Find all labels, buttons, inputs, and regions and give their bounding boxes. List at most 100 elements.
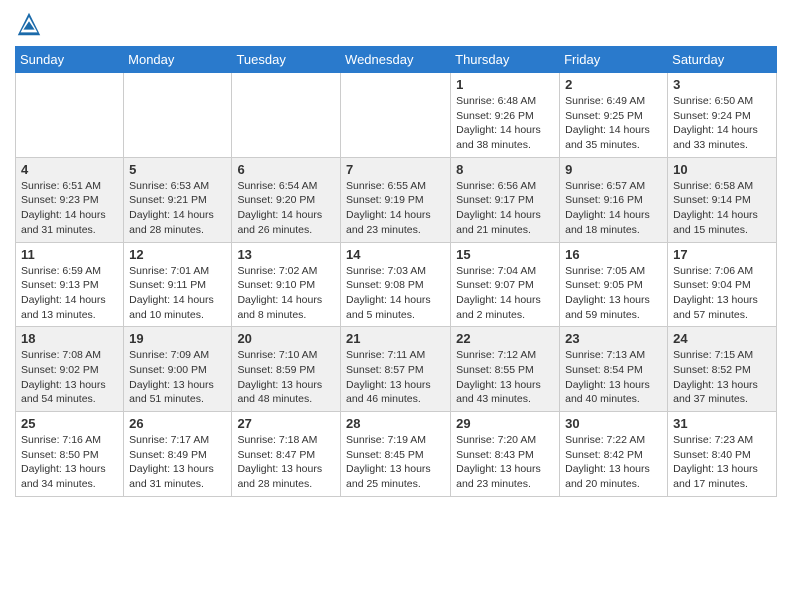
calendar-cell: 26 Sunrise: 7:17 AM Sunset: 8:49 PM Dayli… xyxy=(124,412,232,497)
calendar-cell: 6 Sunrise: 6:54 AM Sunset: 9:20 PM Daylig… xyxy=(232,157,341,242)
calendar-cell: 30 Sunrise: 7:22 AM Sunset: 8:42 PM Dayli… xyxy=(560,412,668,497)
day-number: 25 xyxy=(21,416,118,431)
calendar-cell: 29Sunrise: 7:20 AM Sunset: 8:43 PM Dayli… xyxy=(451,412,560,497)
day-number: 26 xyxy=(129,416,226,431)
calendar-cell: 25 Sunrise: 7:16 AM Sunset: 8:50 PM Dayli… xyxy=(16,412,124,497)
calendar-cell xyxy=(341,73,451,158)
calendar-cell: 3 Sunrise: 6:50 AM Sunset: 9:24 PM Daylig… xyxy=(668,73,777,158)
weekday-header-saturday: Saturday xyxy=(668,47,777,73)
calendar-cell: 12 Sunrise: 7:01 AM Sunset: 9:11 PM Dayli… xyxy=(124,242,232,327)
calendar-cell: 16 Sunrise: 7:05 AM Sunset: 9:05 PM Dayli… xyxy=(560,242,668,327)
calendar-week-3: 11 Sunrise: 6:59 AM Sunset: 9:13 PM Dayli… xyxy=(16,242,777,327)
weekday-header-thursday: Thursday xyxy=(451,47,560,73)
day-number: 7 xyxy=(346,162,445,177)
calendar-cell: 1 Sunrise: 6:48 AM Sunset: 9:26 PM Daylig… xyxy=(451,73,560,158)
day-info: Sunrise: 7:02 AM Sunset: 9:10 PM Dayligh… xyxy=(237,264,335,323)
weekday-header-friday: Friday xyxy=(560,47,668,73)
day-number: 9 xyxy=(565,162,662,177)
day-info: Sunrise: 6:55 AM Sunset: 9:19 PM Dayligh… xyxy=(346,179,445,238)
calendar-week-1: 1 Sunrise: 6:48 AM Sunset: 9:26 PM Daylig… xyxy=(16,73,777,158)
day-number: 1 xyxy=(456,77,554,92)
calendar-cell: 18 Sunrise: 7:08 AM Sunset: 9:02 PM Dayli… xyxy=(16,327,124,412)
day-info: Sunrise: 6:50 AM Sunset: 9:24 PM Dayligh… xyxy=(673,94,771,153)
calendar-cell: 10Sunrise: 6:58 AM Sunset: 9:14 PM Dayli… xyxy=(668,157,777,242)
day-number: 14 xyxy=(346,247,445,262)
calendar-week-2: 4 Sunrise: 6:51 AM Sunset: 9:23 PM Daylig… xyxy=(16,157,777,242)
calendar-cell: 28 Sunrise: 7:19 AM Sunset: 8:45 PM Dayli… xyxy=(341,412,451,497)
calendar-cell: 19Sunrise: 7:09 AM Sunset: 9:00 PM Dayli… xyxy=(124,327,232,412)
day-number: 22 xyxy=(456,331,554,346)
day-info: Sunrise: 7:05 AM Sunset: 9:05 PM Dayligh… xyxy=(565,264,662,323)
day-number: 17 xyxy=(673,247,771,262)
day-info: Sunrise: 7:04 AM Sunset: 9:07 PM Dayligh… xyxy=(456,264,554,323)
day-info: Sunrise: 7:19 AM Sunset: 8:45 PM Dayligh… xyxy=(346,433,445,492)
day-info: Sunrise: 7:09 AM Sunset: 9:00 PM Dayligh… xyxy=(129,348,226,407)
calendar-cell: 31Sunrise: 7:23 AM Sunset: 8:40 PM Dayli… xyxy=(668,412,777,497)
day-number: 6 xyxy=(237,162,335,177)
day-info: Sunrise: 7:16 AM Sunset: 8:50 PM Dayligh… xyxy=(21,433,118,492)
day-info: Sunrise: 7:23 AM Sunset: 8:40 PM Dayligh… xyxy=(673,433,771,492)
weekday-row: SundayMondayTuesdayWednesdayThursdayFrid… xyxy=(16,47,777,73)
calendar-cell: 24Sunrise: 7:15 AM Sunset: 8:52 PM Dayli… xyxy=(668,327,777,412)
day-info: Sunrise: 6:56 AM Sunset: 9:17 PM Dayligh… xyxy=(456,179,554,238)
day-info: Sunrise: 6:53 AM Sunset: 9:21 PM Dayligh… xyxy=(129,179,226,238)
calendar-week-5: 25 Sunrise: 7:16 AM Sunset: 8:50 PM Dayli… xyxy=(16,412,777,497)
calendar-cell: 22 Sunrise: 7:12 AM Sunset: 8:55 PM Dayli… xyxy=(451,327,560,412)
day-info: Sunrise: 6:54 AM Sunset: 9:20 PM Dayligh… xyxy=(237,179,335,238)
calendar-cell: 23 Sunrise: 7:13 AM Sunset: 8:54 PM Dayli… xyxy=(560,327,668,412)
calendar-cell: 4 Sunrise: 6:51 AM Sunset: 9:23 PM Daylig… xyxy=(16,157,124,242)
calendar-cell xyxy=(232,73,341,158)
day-number: 21 xyxy=(346,331,445,346)
calendar-cell: 27 Sunrise: 7:18 AM Sunset: 8:47 PM Dayli… xyxy=(232,412,341,497)
day-number: 18 xyxy=(21,331,118,346)
day-number: 5 xyxy=(129,162,226,177)
weekday-header-monday: Monday xyxy=(124,47,232,73)
calendar-week-4: 18 Sunrise: 7:08 AM Sunset: 9:02 PM Dayli… xyxy=(16,327,777,412)
calendar-body: 1 Sunrise: 6:48 AM Sunset: 9:26 PM Daylig… xyxy=(16,73,777,497)
weekday-header-wednesday: Wednesday xyxy=(341,47,451,73)
calendar-cell: 11 Sunrise: 6:59 AM Sunset: 9:13 PM Dayli… xyxy=(16,242,124,327)
day-number: 20 xyxy=(237,331,335,346)
calendar-cell: 14 Sunrise: 7:03 AM Sunset: 9:08 PM Dayli… xyxy=(341,242,451,327)
calendar-cell: 20Sunrise: 7:10 AM Sunset: 8:59 PM Dayli… xyxy=(232,327,341,412)
day-info: Sunrise: 7:13 AM Sunset: 8:54 PM Dayligh… xyxy=(565,348,662,407)
calendar-cell: 17Sunrise: 7:06 AM Sunset: 9:04 PM Dayli… xyxy=(668,242,777,327)
calendar-cell: 21 Sunrise: 7:11 AM Sunset: 8:57 PM Dayli… xyxy=(341,327,451,412)
weekday-header-tuesday: Tuesday xyxy=(232,47,341,73)
day-number: 2 xyxy=(565,77,662,92)
day-number: 4 xyxy=(21,162,118,177)
day-info: Sunrise: 7:11 AM Sunset: 8:57 PM Dayligh… xyxy=(346,348,445,407)
day-number: 30 xyxy=(565,416,662,431)
weekday-header-sunday: Sunday xyxy=(16,47,124,73)
calendar-table: SundayMondayTuesdayWednesdayThursdayFrid… xyxy=(15,46,777,497)
logo-icon xyxy=(15,10,43,38)
day-number: 23 xyxy=(565,331,662,346)
day-info: Sunrise: 7:22 AM Sunset: 8:42 PM Dayligh… xyxy=(565,433,662,492)
day-number: 3 xyxy=(673,77,771,92)
day-number: 27 xyxy=(237,416,335,431)
day-info: Sunrise: 7:03 AM Sunset: 9:08 PM Dayligh… xyxy=(346,264,445,323)
day-info: Sunrise: 7:17 AM Sunset: 8:49 PM Dayligh… xyxy=(129,433,226,492)
day-info: Sunrise: 7:18 AM Sunset: 8:47 PM Dayligh… xyxy=(237,433,335,492)
day-info: Sunrise: 7:08 AM Sunset: 9:02 PM Dayligh… xyxy=(21,348,118,407)
day-number: 15 xyxy=(456,247,554,262)
day-number: 29 xyxy=(456,416,554,431)
day-info: Sunrise: 6:59 AM Sunset: 9:13 PM Dayligh… xyxy=(21,264,118,323)
day-number: 12 xyxy=(129,247,226,262)
logo xyxy=(15,10,47,38)
calendar-cell: 8 Sunrise: 6:56 AM Sunset: 9:17 PM Daylig… xyxy=(451,157,560,242)
day-info: Sunrise: 7:01 AM Sunset: 9:11 PM Dayligh… xyxy=(129,264,226,323)
day-info: Sunrise: 6:51 AM Sunset: 9:23 PM Dayligh… xyxy=(21,179,118,238)
day-info: Sunrise: 6:49 AM Sunset: 9:25 PM Dayligh… xyxy=(565,94,662,153)
calendar-header: SundayMondayTuesdayWednesdayThursdayFrid… xyxy=(16,47,777,73)
day-info: Sunrise: 6:48 AM Sunset: 9:26 PM Dayligh… xyxy=(456,94,554,153)
day-number: 16 xyxy=(565,247,662,262)
day-number: 11 xyxy=(21,247,118,262)
calendar-cell: 15 Sunrise: 7:04 AM Sunset: 9:07 PM Dayli… xyxy=(451,242,560,327)
calendar-cell xyxy=(16,73,124,158)
day-number: 8 xyxy=(456,162,554,177)
day-number: 28 xyxy=(346,416,445,431)
calendar-cell: 7 Sunrise: 6:55 AM Sunset: 9:19 PM Daylig… xyxy=(341,157,451,242)
calendar-cell: 5 Sunrise: 6:53 AM Sunset: 9:21 PM Daylig… xyxy=(124,157,232,242)
day-info: Sunrise: 7:12 AM Sunset: 8:55 PM Dayligh… xyxy=(456,348,554,407)
